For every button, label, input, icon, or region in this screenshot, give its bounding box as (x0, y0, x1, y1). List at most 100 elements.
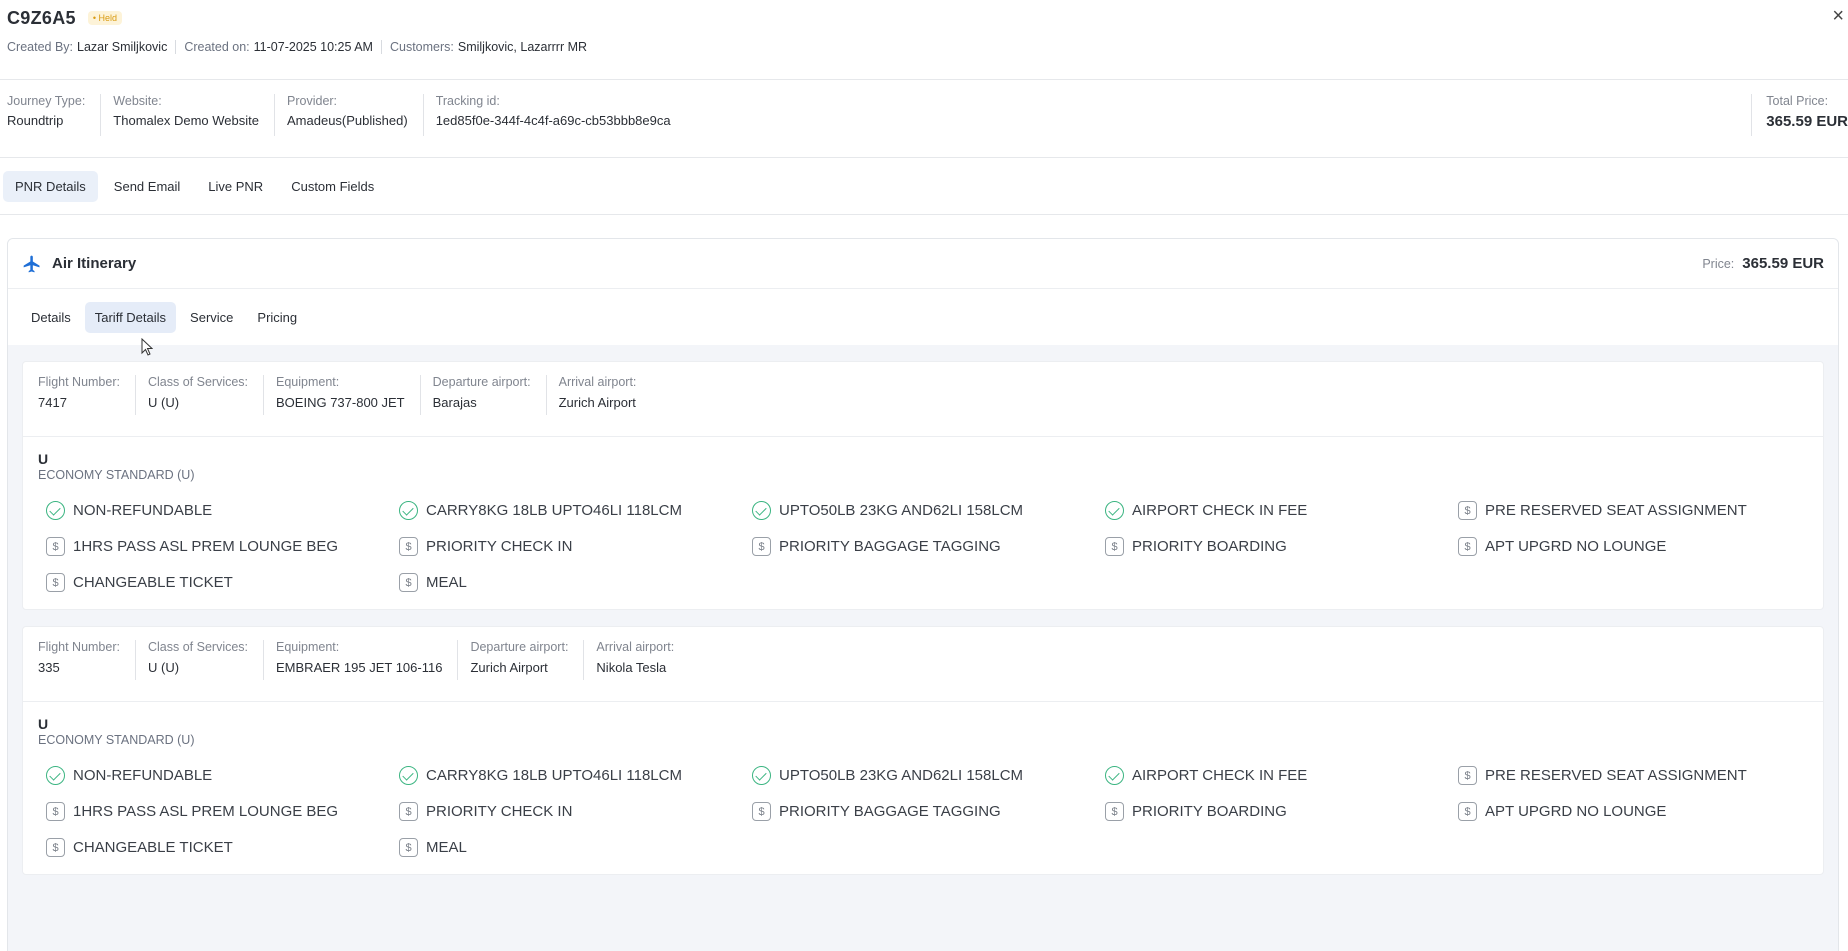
departure-airport-label: Departure airport: (470, 640, 569, 654)
itinerary-price-value: 365.59 EUR (1742, 255, 1824, 272)
fare-feature-item: $ PRIORITY BAGGAGE TAGGING (752, 801, 1105, 822)
fare-feature-label: PRIORITY BOARDING (1132, 538, 1287, 555)
fare-feature-label: NON-REFUNDABLE (73, 502, 213, 519)
departure-airport: Departure airport: Zurich Airport (457, 640, 583, 680)
tab-pnr-details[interactable]: PNR Details (3, 170, 98, 202)
fare-feature-item: $ MEAL (399, 572, 752, 593)
fare-feature-label: PRIORITY BAGGAGE TAGGING (779, 803, 1001, 820)
check-circle-icon (399, 501, 418, 520)
flight-header: Flight Number: 7417 Class of Services: U (U… (23, 362, 1823, 437)
total-price-value: 365.59 EUR (1766, 113, 1848, 130)
fare-feature-item: AIRPORT CHECK IN FEE (1105, 765, 1458, 786)
total-price: Total Price: 365.59 EUR (1751, 94, 1848, 136)
equipment-label: Equipment: (276, 640, 340, 654)
fare-feature-item: $ MEAL (399, 837, 752, 858)
customers-label: Customers: (389, 40, 454, 54)
fare-feature-label: MEAL (426, 574, 467, 591)
dollar-icon: $ (1105, 537, 1124, 556)
departure-airport-value: Zurich Airport (470, 660, 548, 675)
fare-feature-item: $ APT UPGRD NO LOUNGE (1458, 536, 1811, 557)
fare-features: NON-REFUNDABLE CARRY8KG 18LB UPTO46LI 118… (38, 765, 1808, 858)
arrival-airport-value: Nikola Tesla (596, 660, 667, 675)
fare-feature-label: PRIORITY BAGGAGE TAGGING (779, 538, 1001, 555)
main-tabs: PNR Details Send Email Live PNR Custom F… (0, 158, 1848, 215)
tab-live-pnr[interactable]: Live PNR (196, 171, 275, 202)
pnr-code: C9Z6A5 (7, 7, 76, 28)
fare-feature-item: $ PRE RESERVED SEAT ASSIGNMENT (1458, 500, 1811, 521)
created-on-label: Created on: (184, 40, 250, 54)
check-circle-icon (752, 766, 771, 785)
tab-pricing[interactable]: Pricing (247, 302, 307, 333)
fare-feature-label: PRIORITY CHECK IN (426, 803, 573, 820)
customers-value: Smiljkovic, Lazarrrr MR (457, 40, 588, 54)
arrival-airport-label: Arrival airport: (596, 640, 675, 654)
fare-feature-label: CARRY8KG 18LB UPTO46LI 118LCM (426, 767, 682, 784)
fare-feature-item: $ APT UPGRD NO LOUNGE (1458, 801, 1811, 822)
dollar-icon: $ (46, 573, 65, 592)
dollar-icon: $ (1458, 501, 1477, 520)
fare-name: ECONOMY STANDARD (U) (38, 733, 195, 747)
pnr-header: C9Z6A5 • Held × Created By: Lazar Smiljk… (0, 0, 1848, 80)
fare-feature-label: CHANGEABLE TICKET (73, 574, 233, 591)
fare-feature-label: PRIORITY CHECK IN (426, 538, 573, 555)
fare-feature-item: UPTO50LB 23KG AND62LI 158LCM (752, 765, 1105, 786)
equipment-value: BOEING 737-800 JET (276, 395, 405, 410)
tab-send-email[interactable]: Send Email (102, 171, 192, 202)
dollar-icon: $ (46, 802, 65, 821)
departure-airport: Departure airport: Barajas (419, 375, 546, 415)
class-of-service: Class of Services: U (U) (134, 375, 263, 415)
dollar-icon: $ (399, 838, 418, 857)
airplane-icon (23, 255, 40, 272)
fare-feature-item: AIRPORT CHECK IN FEE (1105, 500, 1458, 521)
fare-feature-label: PRE RESERVED SEAT ASSIGNMENT (1485, 502, 1747, 519)
fare-feature-item: $ PRIORITY BAGGAGE TAGGING (752, 536, 1105, 557)
equipment-value: EMBRAER 195 JET 106-116 (276, 660, 443, 675)
created-by-value: Lazar Smiljkovic (77, 40, 168, 54)
itinerary-tabs: Details Tariff Details Service Pricing (8, 289, 1838, 345)
fare-feature-item: $ PRE RESERVED SEAT ASSIGNMENT (1458, 765, 1811, 786)
dollar-icon: $ (399, 573, 418, 592)
itinerary-price-label: Price: (1702, 257, 1735, 271)
fare-feature-label: AIRPORT CHECK IN FEE (1132, 767, 1308, 784)
created-on-value: 11-07-2025 10:25 AM (253, 40, 373, 54)
dollar-icon: $ (46, 838, 65, 857)
dollar-icon: $ (46, 537, 65, 556)
class-of-service-label: Class of Services: (147, 375, 249, 389)
panel-title: Air Itinerary (52, 255, 137, 272)
tab-details[interactable]: Details (21, 302, 81, 333)
fare-feature-label: CHANGEABLE TICKET (73, 839, 233, 856)
fare-feature-item: $1HRS PASS ASL PREM LOUNGE BEG (46, 536, 399, 557)
total-price-label: Total Price: (1766, 94, 1829, 108)
check-circle-icon (399, 766, 418, 785)
fare-feature-item: $1HRS PASS ASL PREM LOUNGE BEG (46, 801, 399, 822)
check-circle-icon (46, 766, 65, 785)
fare-feature-item: $ PRIORITY BOARDING (1105, 536, 1458, 557)
dollar-icon: $ (1458, 802, 1477, 821)
flights-list: Flight Number: 7417 Class of Services: U (U… (8, 361, 1838, 891)
arrival-airport-label: Arrival airport: (558, 375, 637, 389)
fare-code: U (38, 716, 49, 732)
close-icon[interactable]: × (1832, 6, 1844, 26)
fare-feature-label: 1HRS PASS ASL PREM LOUNGE BEG (73, 538, 339, 555)
equipment: Equipment: BOEING 737-800 JET (263, 375, 420, 415)
fare-feature-label: PRE RESERVED SEAT ASSIGNMENT (1485, 767, 1747, 784)
tab-service[interactable]: Service (180, 302, 243, 333)
pnr-meta: Created By: Lazar Smiljkovic Created on:… (7, 40, 1841, 54)
arrival-airport: Arrival airport: Nikola Tesla (583, 640, 689, 680)
flight-number: Flight Number: 7417 (38, 375, 135, 415)
tab-custom-fields[interactable]: Custom Fields (279, 171, 386, 202)
departure-airport-label: Departure airport: (432, 375, 531, 389)
flight-card: Flight Number: 7417 Class of Services: U (U… (22, 361, 1824, 610)
fare-feature-label: 1HRS PASS ASL PREM LOUNGE BEG (73, 803, 339, 820)
tab-tariff-details[interactable]: Tariff Details (84, 301, 177, 333)
fare-feature-item: NON-REFUNDABLE (46, 500, 399, 521)
dollar-icon: $ (399, 802, 418, 821)
fare-details: U ECONOMY STANDARD (U) NON-REFUNDABLE CARRY… (23, 437, 1823, 609)
flight-card: Flight Number: 335 Class of Services: U (U)… (22, 626, 1824, 875)
fare-feature-label: APT UPGRD NO LOUNGE (1485, 803, 1667, 820)
fare-feature-label: CARRY8KG 18LB UPTO46LI 118LCM (426, 502, 682, 519)
fare-feature-label: MEAL (426, 839, 467, 856)
flight-number: Flight Number: 335 (38, 640, 135, 680)
fare-feature-item: $ PRIORITY CHECK IN (399, 801, 752, 822)
website-value: Thomalex Demo Website (113, 113, 260, 128)
